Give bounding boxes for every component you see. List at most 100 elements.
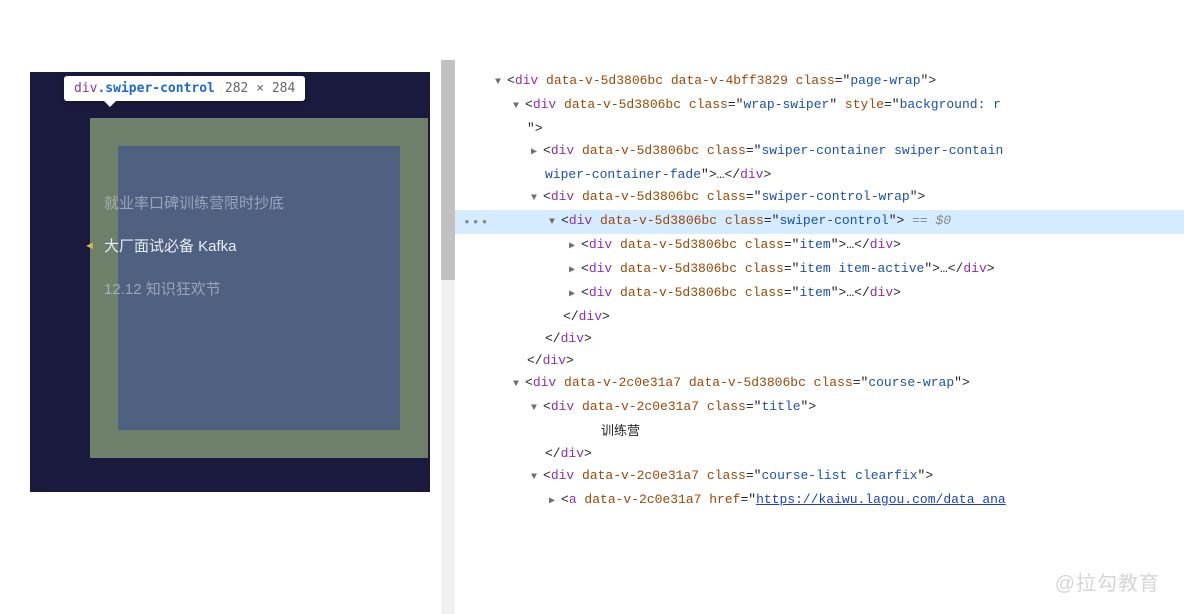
dom-line[interactable]: </div>: [455, 350, 1184, 372]
arrow-down-icon[interactable]: ▼: [531, 467, 543, 489]
code-token: </: [724, 167, 740, 182]
code-token: data-v-5d3806bc: [612, 237, 737, 252]
dom-line[interactable]: ▼<div data-v-2c0e31a7 class="course-list…: [455, 465, 1184, 489]
arrow-right-icon[interactable]: ▶: [569, 236, 581, 258]
code-token: >: [932, 261, 940, 276]
code-token: div: [561, 446, 584, 461]
code-token: </: [854, 237, 870, 252]
code-token: swiper-control-wrap: [761, 189, 909, 204]
code-token: swiper-control: [779, 213, 888, 228]
code-token: >: [763, 167, 771, 182]
code-token: ": [831, 237, 839, 252]
code-token: =: [784, 237, 792, 252]
code-token: item item-active: [799, 261, 924, 276]
dom-line[interactable]: ▼<div data-v-5d3806bc class="wrap-swiper…: [455, 94, 1184, 118]
code-token: >: [925, 468, 933, 483]
code-token: </: [527, 353, 543, 368]
dom-line[interactable]: wiper-container-fade">…</div>: [455, 164, 1184, 186]
code-token: class: [699, 468, 746, 483]
code-token: </: [948, 261, 964, 276]
code-token: <: [543, 143, 551, 158]
code-token: =: [784, 261, 792, 276]
code-token: div: [589, 285, 612, 300]
code-token: class: [806, 375, 853, 390]
code-token: <: [525, 97, 533, 112]
code-token: course-wrap: [868, 375, 954, 390]
code-token: class: [699, 189, 746, 204]
arrow-right-icon[interactable]: ▶: [531, 142, 543, 164]
swiper-item[interactable]: 就业率口碑训练营限时抄底: [104, 182, 362, 225]
code-token: data-v-2c0e31a7: [574, 468, 699, 483]
arrow-right-icon[interactable]: ▶: [569, 260, 581, 282]
code-token: >: [584, 446, 592, 461]
code-token: class: [737, 237, 784, 252]
dom-line[interactable]: ▼<div data-v-2c0e31a7 class="title">: [455, 396, 1184, 420]
code-token: =: [764, 213, 772, 228]
code-token: =: [746, 143, 754, 158]
code-token: =: [853, 375, 861, 390]
code-token: >: [918, 189, 926, 204]
dom-line[interactable]: ▼<div data-v-5d3806bc data-v-4bff3829 cl…: [455, 70, 1184, 94]
swiper-item-active[interactable]: 大厂面试必备 Kafka: [104, 225, 362, 268]
code-token: data-v-2c0e31a7: [577, 492, 702, 507]
swiper-control: 就业率口碑训练营限时抄底 大厂面试必备 Kafka 12.12 知识狂欢节: [58, 122, 402, 311]
code-token: >: [566, 353, 574, 368]
code-token: <: [561, 492, 569, 507]
code-token: wiper-container-fade: [545, 167, 701, 182]
code-token: ": [829, 97, 837, 112]
code-token: div: [589, 261, 612, 276]
dom-line[interactable]: ▶<a data-v-2c0e31a7 href="https://kaiwu.…: [455, 489, 1184, 513]
dom-line[interactable]: ▼<div data-v-5d3806bc class="swiper-cont…: [455, 186, 1184, 210]
code-token: div: [533, 97, 556, 112]
code-token: ": [910, 189, 918, 204]
dom-line[interactable]: </div>: [455, 328, 1184, 350]
code-token: data-v-5d3806bc: [612, 261, 737, 276]
swiper-item[interactable]: 12.12 知识狂欢节: [104, 268, 362, 311]
arrow-right-icon[interactable]: ▶: [569, 284, 581, 306]
arrow-down-icon[interactable]: ▼: [531, 188, 543, 210]
dom-line[interactable]: ▼<div data-v-2c0e31a7 data-v-5d3806bc cl…: [455, 372, 1184, 396]
code-token: =: [884, 97, 892, 112]
arrow-down-icon[interactable]: ▼: [531, 398, 543, 420]
code-token: div: [551, 399, 574, 414]
dom-line[interactable]: </div>: [455, 306, 1184, 328]
code-token: >: [535, 121, 543, 136]
code-token: div: [543, 353, 566, 368]
code-token: data-v-5d3806bc: [574, 143, 699, 158]
code-token: class: [699, 143, 746, 158]
dom-line[interactable]: ▶<div data-v-5d3806bc class="item">…</di…: [455, 234, 1184, 258]
code-token: <: [543, 189, 551, 204]
code-token: data-v-2c0e31a7: [556, 375, 681, 390]
arrow-down-icon[interactable]: ▼: [495, 72, 507, 94]
code-token: =: [746, 468, 754, 483]
dom-line[interactable]: 训练营: [455, 420, 1184, 443]
arrow-down-icon[interactable]: ▼: [513, 96, 525, 118]
dom-line[interactable]: ▶<div data-v-5d3806bc class="item item-a…: [455, 258, 1184, 282]
code-token: <: [543, 468, 551, 483]
dom-tree-panel[interactable]: ▼<div data-v-5d3806bc data-v-4bff3829 cl…: [455, 60, 1184, 614]
code-token: >: [962, 375, 970, 390]
preview-scrollbar[interactable]: [441, 60, 455, 614]
dom-line[interactable]: •••▼<div data-v-5d3806bc class="swiper-c…: [455, 210, 1184, 234]
code-token: <: [561, 213, 569, 228]
code-token: ": [954, 375, 962, 390]
code-token: 训练营: [601, 423, 640, 438]
code-token: div: [963, 261, 986, 276]
dom-line[interactable]: ▶<div data-v-5d3806bc class="item">…</di…: [455, 282, 1184, 306]
dom-line[interactable]: ">: [455, 118, 1184, 140]
arrow-right-icon[interactable]: ▶: [549, 491, 561, 513]
dom-line[interactable]: ▶<div data-v-5d3806bc class="swiper-cont…: [455, 140, 1184, 164]
line-actions-icon[interactable]: •••: [463, 212, 489, 234]
dom-line[interactable]: </div>: [455, 443, 1184, 465]
code-token: ": [924, 261, 932, 276]
code-token: …: [846, 237, 854, 252]
scroll-thumb[interactable]: [441, 60, 455, 280]
code-token: …: [940, 261, 948, 276]
code-token: <: [525, 375, 533, 390]
arrow-down-icon[interactable]: ▼: [549, 212, 561, 234]
code-token: <: [581, 237, 589, 252]
code-token: background: r: [900, 97, 1001, 112]
preview-panel: div.swiper-control282 × 284 就业率口碑训练营限时抄底…: [0, 60, 455, 614]
arrow-down-icon[interactable]: ▼: [513, 374, 525, 396]
code-token: <: [581, 285, 589, 300]
